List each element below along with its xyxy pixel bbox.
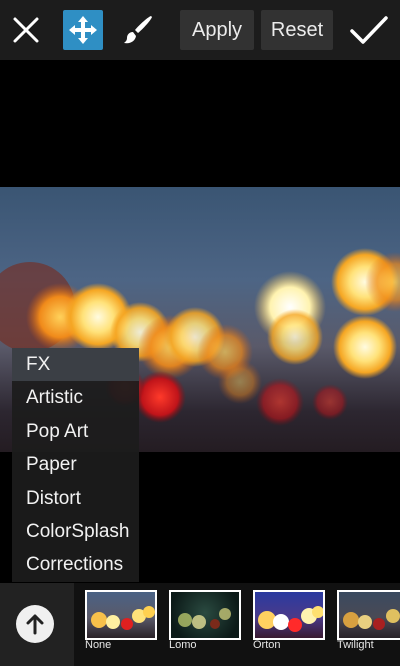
apply-button[interactable]: Apply: [180, 10, 254, 50]
effect-label-orton: Orton: [253, 639, 281, 651]
menu-item-fx[interactable]: FX: [12, 348, 139, 382]
effect-label-lomo: Lomo: [169, 639, 197, 651]
checkmark-icon: [350, 16, 388, 44]
arrow-up-icon: [26, 614, 44, 635]
menu-item-paper[interactable]: Paper: [12, 448, 139, 481]
menu-item-distort[interactable]: Distort: [12, 482, 139, 515]
menu-item-colorsplash[interactable]: ColorSplash: [12, 515, 139, 548]
top-toolbar: Apply Reset: [0, 0, 400, 60]
move-icon: [69, 16, 97, 44]
brush-icon: [124, 16, 152, 44]
effect-thumb-twilight[interactable]: [337, 590, 400, 640]
menu-item-corrections[interactable]: Corrections: [12, 548, 139, 581]
thumbnail-image: [91, 606, 155, 630]
category-toggle-area: [0, 583, 74, 666]
move-tool-button[interactable]: [63, 10, 103, 50]
close-button[interactable]: [6, 0, 46, 60]
menu-item-artistic[interactable]: Artistic: [12, 381, 139, 414]
close-icon: [13, 17, 39, 43]
effect-category-menu: FX Artistic Pop Art Paper Distort ColorS…: [12, 348, 139, 582]
effect-thumb-lomo[interactable]: [169, 590, 241, 640]
menu-item-pop-art[interactable]: Pop Art: [12, 415, 139, 448]
reset-button[interactable]: Reset: [261, 10, 333, 50]
effect-strip: None Lomo Orton Twilight: [0, 583, 400, 666]
effect-thumb-orton[interactable]: [253, 590, 325, 640]
thumbnail-image: [258, 606, 323, 632]
thumbnail-image: [343, 609, 400, 630]
effect-thumb-none[interactable]: [85, 590, 157, 640]
confirm-button[interactable]: [346, 0, 392, 60]
effect-label-twilight: Twilight: [337, 639, 374, 651]
reset-label: Reset: [270, 18, 324, 41]
effect-label-none: None: [85, 639, 112, 651]
apply-label: Apply: [191, 18, 243, 41]
thumbnail-image: [178, 608, 231, 629]
brush-tool-button[interactable]: [118, 0, 158, 60]
category-toggle-button[interactable]: [16, 605, 54, 643]
